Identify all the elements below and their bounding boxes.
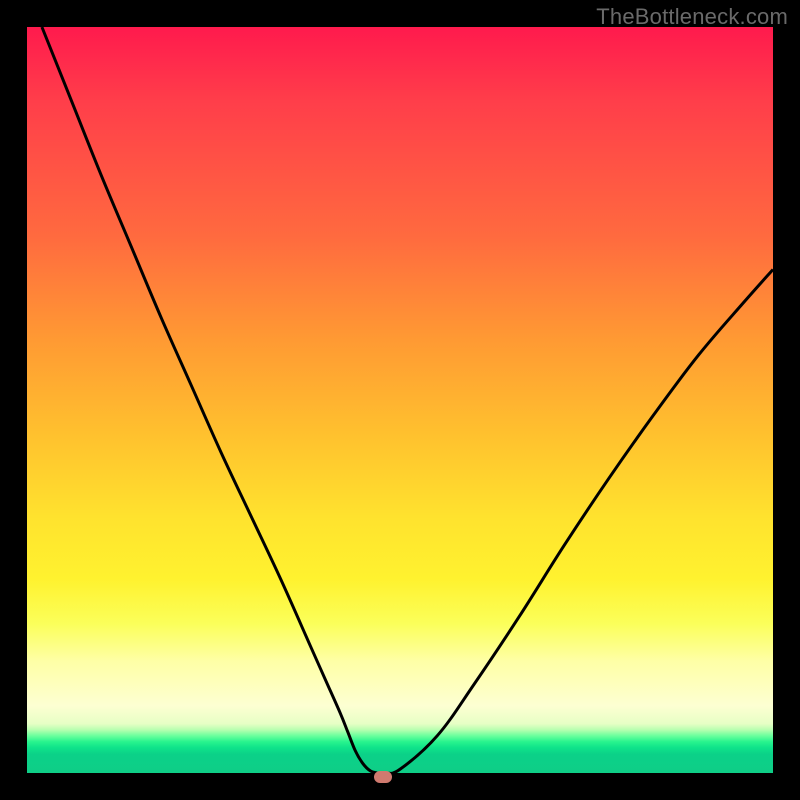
chart-frame: TheBottleneck.com (0, 0, 800, 800)
optimal-point-marker (374, 771, 392, 783)
curve-svg (27, 27, 773, 773)
plot-area (25, 25, 775, 775)
bottleneck-curve (42, 27, 773, 773)
